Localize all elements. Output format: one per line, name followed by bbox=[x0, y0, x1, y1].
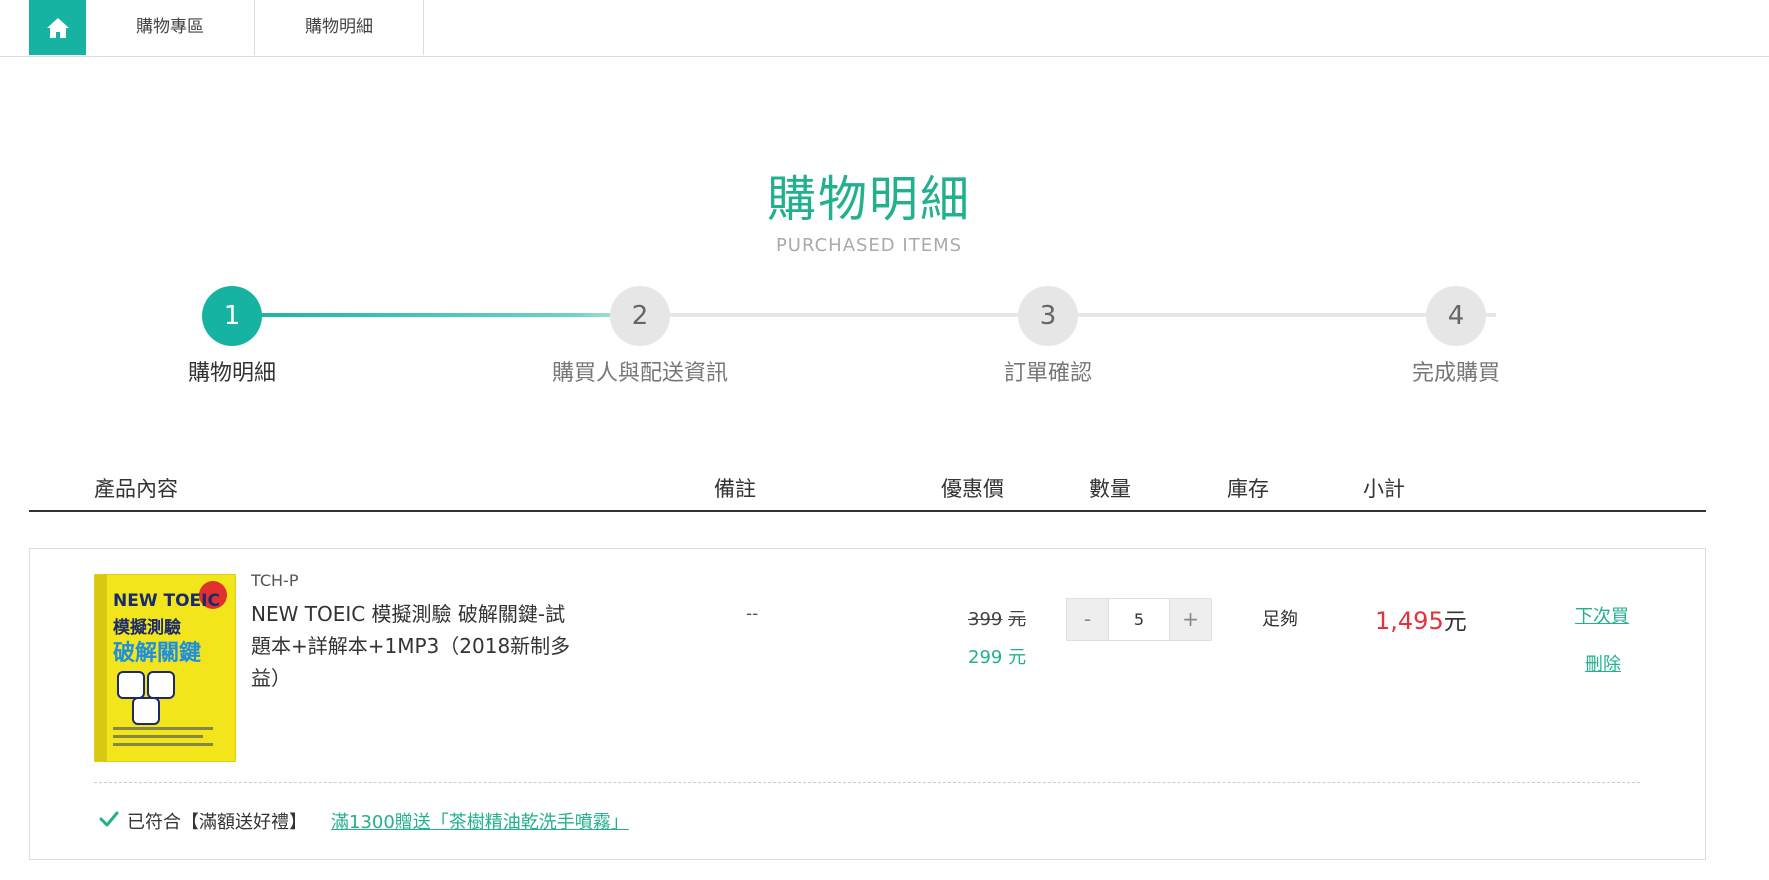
product-note: -- bbox=[746, 604, 759, 624]
step-3-label: 訂單確認 bbox=[1003, 361, 1092, 386]
step-1-circle: 1 bbox=[202, 286, 262, 346]
product-image[interactable]: NEW TOEIC 模擬測驗 破解關鍵 bbox=[94, 574, 236, 762]
subtotal-value: 1,495 bbox=[1375, 607, 1444, 635]
step-3-circle: 3 bbox=[1018, 286, 1078, 346]
column-header-quantity: 數量 bbox=[1089, 477, 1131, 501]
column-header-product: 產品內容 bbox=[94, 477, 178, 501]
product-name[interactable]: NEW TOEIC 模擬測驗 破解關鍵-試題本+詳解本+1MP3（2018新制多… bbox=[251, 598, 581, 694]
book-spine bbox=[95, 575, 107, 761]
stock-status: 足夠 bbox=[1262, 609, 1298, 630]
original-price-value: 399 bbox=[968, 609, 1003, 630]
book-text-line bbox=[113, 743, 213, 746]
subtotal: 1,495元 bbox=[1375, 602, 1467, 636]
subtotal-unit: 元 bbox=[1443, 609, 1467, 635]
original-price: 399 元 bbox=[968, 605, 1026, 631]
book-hex-shape bbox=[147, 671, 175, 699]
step-1-label: 購物明細 bbox=[187, 361, 276, 386]
nav-tab-shopping[interactable]: 購物專區 bbox=[86, 0, 255, 55]
original-price-unit: 元 bbox=[1008, 609, 1027, 630]
delete-link[interactable]: 刪除 bbox=[1585, 650, 1621, 676]
home-button[interactable] bbox=[29, 0, 86, 55]
column-header-note: 備註 bbox=[714, 477, 756, 501]
page-title: 購物明細 bbox=[766, 171, 971, 228]
header-divider bbox=[29, 510, 1706, 512]
sale-price: 299 元 bbox=[968, 647, 1027, 668]
column-header-stock: 庫存 bbox=[1227, 477, 1269, 501]
quantity-input[interactable]: 5 bbox=[1108, 599, 1170, 640]
book-cover-line-1: NEW TOEIC bbox=[113, 591, 220, 611]
nav-tab-cart-details[interactable]: 購物明細 bbox=[255, 0, 424, 55]
step-4-label: 完成購買 bbox=[1411, 361, 1500, 386]
top-nav: 購物專區 購物明細 bbox=[0, 0, 1769, 57]
step-4-circle: 4 bbox=[1426, 286, 1486, 346]
book-cover-line-3: 破解關鍵 bbox=[113, 641, 202, 666]
step-2-circle: 2 bbox=[610, 286, 670, 346]
buy-later-link[interactable]: 下次買 bbox=[1575, 602, 1629, 628]
step-progress-line bbox=[238, 313, 658, 317]
promo-status: 已符合【滿額送好禮】 bbox=[127, 812, 307, 833]
quantity-increase-button[interactable]: + bbox=[1170, 599, 1211, 640]
book-text-line bbox=[113, 727, 213, 730]
item-divider bbox=[94, 782, 1640, 783]
promo-gift-link[interactable]: 滿1300贈送「茶樹精油乾洗手噴霧」 bbox=[331, 808, 629, 834]
quantity-stepper: - 5 + bbox=[1066, 598, 1212, 641]
home-icon bbox=[46, 17, 69, 38]
book-hex-shape bbox=[117, 671, 145, 699]
step-2-label: 購買人與配送資訊 bbox=[551, 361, 728, 386]
checkmark-icon bbox=[99, 811, 119, 827]
column-header-subtotal: 小計 bbox=[1363, 477, 1405, 501]
product-sku: TCH-P bbox=[251, 571, 299, 590]
book-hex-shape bbox=[132, 697, 160, 725]
page-subtitle: PURCHASED ITEMS bbox=[775, 235, 963, 256]
book-text-line bbox=[113, 735, 203, 738]
column-header-price: 優惠價 bbox=[941, 477, 1004, 501]
quantity-decrease-button[interactable]: - bbox=[1067, 599, 1108, 640]
